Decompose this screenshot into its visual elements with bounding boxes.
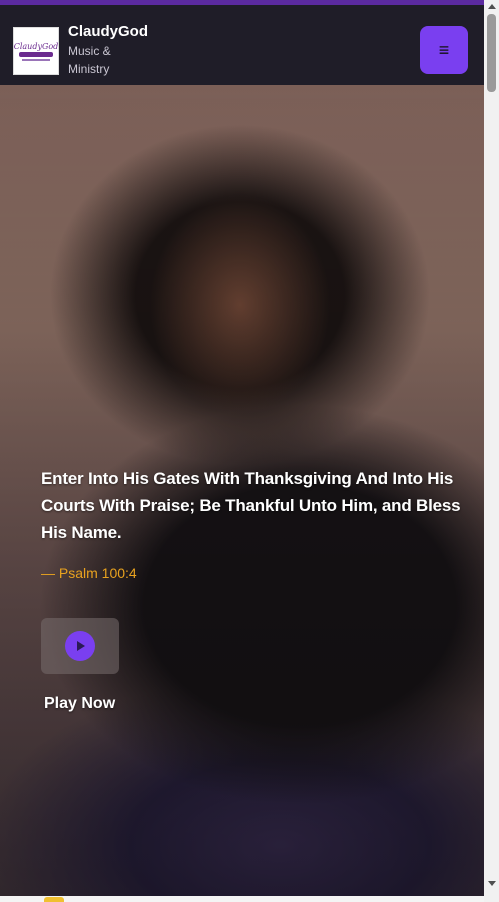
page: ClaudyGod ClaudyGod Music & Ministry ≡ E… [0,0,499,902]
vertical-scrollbar[interactable] [484,0,499,902]
logo-wordmark: ClaudyGod [13,41,59,51]
scroll-down-arrow-icon[interactable] [488,881,496,886]
play-now-label[interactable]: Play Now [44,693,115,715]
hero-section: Enter Into His Gates With Thanksgiving A… [0,85,484,896]
logo-band [19,51,53,57]
brand-logo[interactable]: ClaudyGod [13,27,59,75]
scroll-thumb[interactable] [487,14,496,92]
scroll-up-arrow-icon[interactable] [488,4,496,9]
quote-citation: — Psalm 100:4 [41,565,137,581]
brand-name: ClaudyGod [68,23,149,40]
brand-tagline: Music & Ministry [68,44,111,76]
bottom-badge-edge [44,897,64,902]
menu-button[interactable]: ≡ [420,26,468,74]
play-button[interactable] [41,618,119,674]
site-header: ClaudyGod ClaudyGod Music & Ministry ≡ [0,5,484,85]
bottom-strip [0,896,484,902]
play-circle-icon [65,631,95,661]
hamburger-icon: ≡ [438,39,450,60]
hero-quote: Enter Into His Gates With Thanksgiving A… [41,469,461,542]
logo-line [22,58,50,61]
brand-block[interactable]: ClaudyGod Music & Ministry [68,22,148,78]
